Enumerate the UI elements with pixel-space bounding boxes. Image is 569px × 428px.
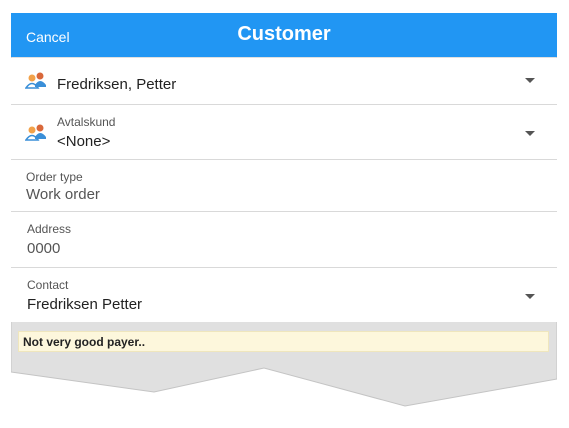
- address-field[interactable]: Address 0000: [11, 212, 557, 268]
- contacts-icon: [25, 124, 46, 141]
- customer-note: Not very good payer..: [18, 331, 549, 352]
- customer-card: Cancel Customer Fredriksen, Petter Avtal…: [11, 13, 557, 423]
- address-label: Address: [27, 222, 72, 236]
- page-title: Customer: [237, 23, 331, 45]
- contact-select[interactable]: Contact Fredriksen Petter: [11, 268, 557, 322]
- chevron-down-icon: [525, 294, 535, 299]
- header-bar: Cancel Customer: [11, 13, 557, 57]
- agreement-customer-value: <None>: [57, 133, 111, 150]
- chevron-down-icon: [525, 78, 535, 83]
- address-value: 0000: [27, 240, 61, 257]
- customer-select[interactable]: Fredriksen, Petter: [11, 58, 557, 105]
- agreement-customer-label: Avtalskund: [57, 115, 116, 129]
- order-type-field[interactable]: Order type Work order: [11, 160, 557, 212]
- order-type-value: Work order: [26, 186, 100, 203]
- contact-value: Fredriksen Petter: [27, 296, 143, 313]
- contact-label: Contact: [27, 278, 69, 292]
- contacts-icon: [25, 72, 46, 89]
- order-type-label: Order type: [26, 170, 83, 184]
- chevron-down-icon: [525, 131, 535, 136]
- agreement-customer-select[interactable]: Avtalskund <None>: [11, 105, 557, 160]
- customer-name: Fredriksen, Petter: [57, 76, 177, 93]
